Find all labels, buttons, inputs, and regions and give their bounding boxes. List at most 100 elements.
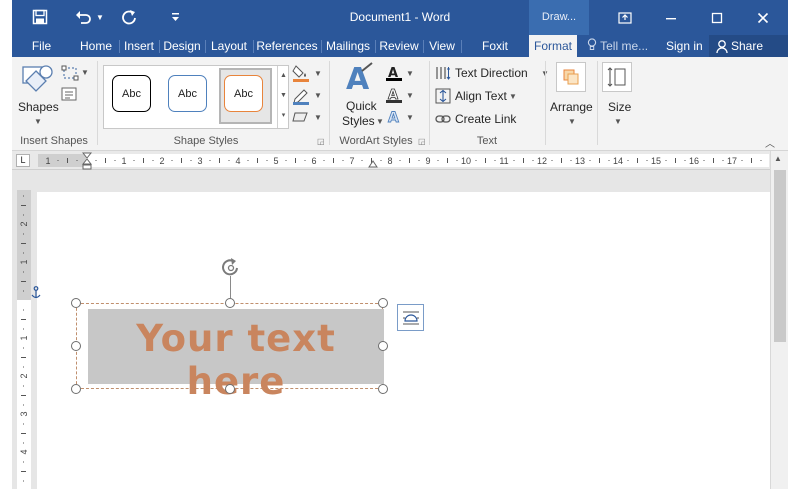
ruler-tick <box>228 160 230 161</box>
wordart-text[interactable]: Your text here <box>88 317 384 403</box>
ruler-number: 14 <box>613 156 623 166</box>
text-outline-dropdown-icon[interactable]: ▼ <box>406 91 414 100</box>
ruler-tick <box>181 158 182 163</box>
shape-fill-icon[interactable] <box>292 64 310 85</box>
shape-effects-icon[interactable] <box>292 110 310 127</box>
tab-layout[interactable]: Layout <box>207 35 251 57</box>
ruler-number: 7 <box>349 156 354 166</box>
ruler-tick <box>209 160 211 161</box>
ruler-number: 12 <box>537 156 547 166</box>
layout-options-button[interactable] <box>397 304 424 331</box>
gallery-more-icon[interactable]: ▾ <box>278 106 289 126</box>
edit-shape-dropdown-icon[interactable]: ▼ <box>81 68 89 77</box>
shape-effects-dropdown-icon[interactable]: ▼ <box>314 113 322 122</box>
resize-handle-left[interactable] <box>71 341 81 351</box>
text-fill-icon[interactable]: A <box>386 65 402 84</box>
ruler-tick <box>57 160 59 161</box>
ruler-tick <box>627 160 629 161</box>
tab-design[interactable]: Design <box>161 35 203 57</box>
shape-styles-group-label: Shape Styles <box>173 135 239 147</box>
ruler-tick <box>741 160 743 161</box>
ruler-tick <box>599 158 600 163</box>
shape-fill-dropdown-icon[interactable]: ▼ <box>314 69 322 78</box>
resize-handle-bottom[interactable] <box>225 384 235 394</box>
shape-styles-gallery[interactable]: Abc Abc Abc ▲ ▼ ▾ <box>103 65 289 129</box>
resize-handle-top-right[interactable] <box>378 298 388 308</box>
tab-selector[interactable]: L <box>16 154 30 167</box>
ruler-tick <box>751 158 752 163</box>
vertical-ruler-number: 3 <box>19 411 29 416</box>
minimize-icon[interactable] <box>648 0 694 35</box>
right-indent-marker-icon[interactable] <box>368 157 378 171</box>
tab-foxit-reader[interactable]: Foxit Reade <box>463 35 527 75</box>
tab-home[interactable]: Home <box>75 35 117 57</box>
ruler-number: 11 <box>499 156 508 166</box>
collapse-ribbon-icon[interactable]: ︿ <box>765 135 775 150</box>
draw-text-box-icon[interactable] <box>61 87 77 104</box>
text-outline-icon[interactable]: A <box>386 87 402 106</box>
resize-handle-top-left[interactable] <box>71 298 81 308</box>
gallery-down-icon[interactable]: ▼ <box>278 86 289 106</box>
shape-outline-dropdown-icon[interactable]: ▼ <box>314 91 322 100</box>
vertical-ruler-tick <box>23 214 24 216</box>
resize-handle-bottom-left[interactable] <box>71 384 81 394</box>
rotation-line <box>230 276 231 298</box>
size-label: Size <box>608 100 632 114</box>
scroll-thumb[interactable] <box>774 170 786 342</box>
vertical-ruler[interactable]: 2 1 1 2 3 4 <box>17 190 31 489</box>
ruler-tick <box>247 160 249 161</box>
sign-in-link[interactable]: Sign in <box>666 35 703 57</box>
text-direction-label: Text Direction <box>455 66 528 80</box>
tell-me-box[interactable]: Tell me... <box>587 35 648 57</box>
shape-outline-icon[interactable] <box>292 87 310 108</box>
tab-format[interactable]: Format <box>529 35 577 57</box>
wordart-launcher-icon[interactable]: ◲ <box>418 137 426 146</box>
shapes-button[interactable]: Shapes ▼ <box>18 63 59 126</box>
ribbon-tab-bar: File Home Insert Design Layout Reference… <box>12 35 788 75</box>
shape-style-orange-outline[interactable]: Abc <box>224 75 263 112</box>
tab-insert[interactable]: Insert <box>121 35 157 57</box>
scroll-up-icon[interactable]: ▲ <box>774 154 782 163</box>
resize-handle-bottom-right[interactable] <box>378 384 388 394</box>
tab-references[interactable]: References <box>255 35 319 57</box>
drawing-tools-contextual-tab: Draw... <box>529 0 589 35</box>
tab-view[interactable]: View <box>425 35 459 57</box>
arrange-dropdown-icon: ▼ <box>568 117 576 126</box>
resize-handle-right[interactable] <box>378 341 388 351</box>
gallery-scroll[interactable]: ▲ ▼ ▾ <box>277 66 289 128</box>
text-box[interactable]: Your text here <box>76 303 384 403</box>
tab-review[interactable]: Review <box>377 35 421 57</box>
vertical-ruler-tick <box>23 195 24 197</box>
share-button[interactable]: Share <box>709 35 788 57</box>
vertical-ruler-ticks: 2 1 1 2 3 4 <box>19 195 29 482</box>
ruler-tick <box>713 158 714 163</box>
vertical-ruler-tick <box>23 423 24 425</box>
tab-mailings[interactable]: Mailings <box>323 35 373 57</box>
ruler-scale[interactable]: 1 1 2 3 4 5 6 7 8 9 10 11 12 13 14 15 16 17 <box>38 154 769 167</box>
edit-shape-icon[interactable] <box>61 65 79 84</box>
ruler-tick <box>295 158 296 163</box>
close-icon[interactable] <box>740 0 786 35</box>
vertical-ruler-tick <box>23 271 24 273</box>
ribbon: Shapes ▼ ▼ Insert Shapes Abc Abc Abc ▲ ▼… <box>12 57 788 151</box>
shape-style-blue-outline[interactable]: Abc <box>168 75 207 112</box>
ribbon-display-icon[interactable] <box>602 0 648 35</box>
text-effects-dropdown-icon[interactable]: ▼ <box>406 113 414 122</box>
shape-styles-launcher-icon[interactable]: ◲ <box>317 137 325 146</box>
gallery-up-icon[interactable]: ▲ <box>278 66 289 86</box>
quick-styles-button[interactable]: A Quick Styles ▼ <box>342 61 384 128</box>
ruler-tick <box>190 160 192 161</box>
shape-style-black-outline[interactable]: Abc <box>112 75 151 112</box>
rotation-handle-icon[interactable] <box>220 258 242 281</box>
text-effects-icon[interactable]: A <box>386 109 402 128</box>
ruler-tick <box>456 160 458 161</box>
ruler-tick <box>285 160 287 161</box>
tab-file[interactable]: File <box>28 35 55 57</box>
ruler-tick <box>171 160 173 161</box>
text-fill-dropdown-icon[interactable]: ▼ <box>406 69 414 78</box>
ruler-tick <box>409 158 410 163</box>
ruler-number: 5 <box>273 156 278 166</box>
resize-handle-top[interactable] <box>225 298 235 308</box>
maximize-icon[interactable] <box>694 0 740 35</box>
vertical-scrollbar[interactable]: ▲ <box>770 151 788 489</box>
